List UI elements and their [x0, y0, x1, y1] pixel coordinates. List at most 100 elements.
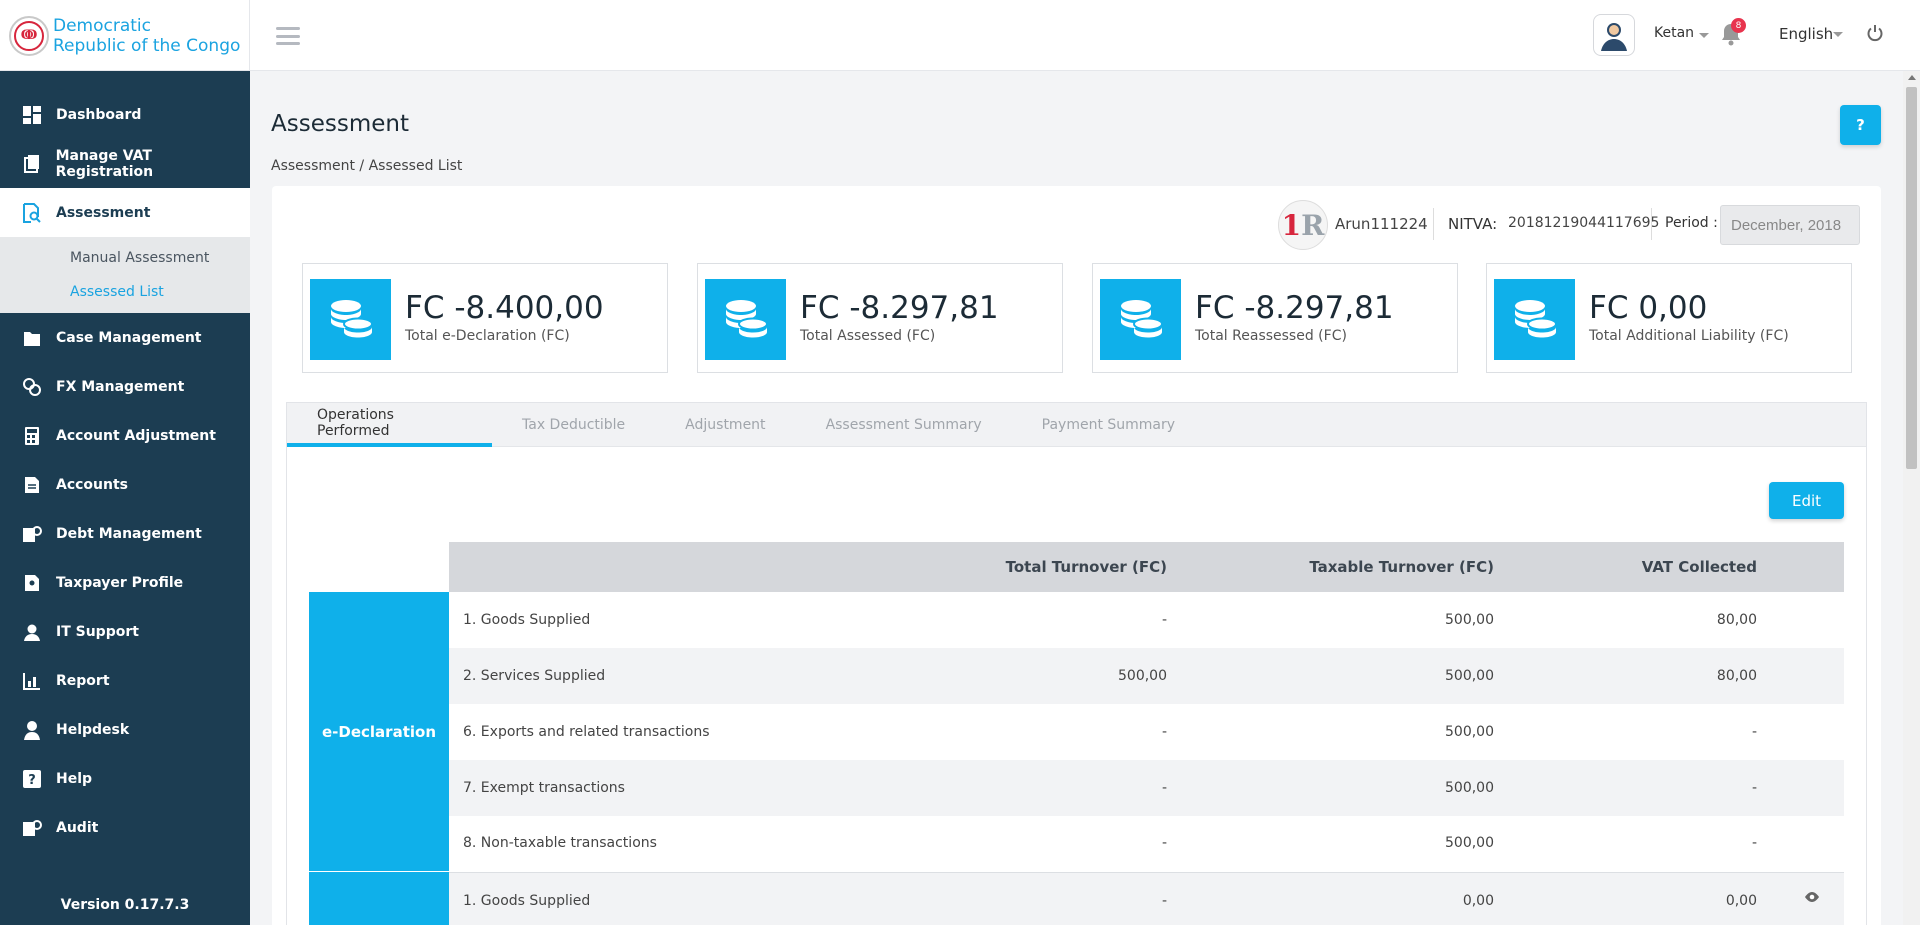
- sidebar-item-fx-management[interactable]: FX Management: [0, 362, 250, 411]
- sidebar-item-label: Case Management: [56, 329, 202, 346]
- sidebar-item-dashboard[interactable]: Dashboard: [0, 90, 250, 139]
- sidebar-item-report[interactable]: Report: [0, 656, 250, 705]
- stat-card-total-assessed: FC -8.297,81 Total Assessed (FC): [697, 263, 1063, 373]
- stat-value: FC 0,00: [1589, 290, 1708, 326]
- submenu-manual-assessment[interactable]: Manual Assessment: [0, 241, 250, 275]
- stat-label: Total Additional Liability (FC): [1589, 328, 1789, 344]
- divider: [1651, 208, 1652, 240]
- tab-tax-deductible[interactable]: Tax Deductible: [492, 403, 655, 447]
- dashboard-icon: [22, 105, 42, 125]
- chevron-down-icon[interactable]: [1699, 33, 1709, 38]
- cell-vat-collected: -: [1751, 835, 1757, 851]
- sidebar-item-label: Account Adjustment: [56, 427, 216, 444]
- nitva-value: 20181219044117695: [1508, 215, 1660, 231]
- table-row: 6. Exports and related transactions - 50…: [449, 704, 1844, 760]
- sidebar-item-audit[interactable]: Audit: [0, 803, 250, 852]
- cell-total-turnover: -: [1161, 780, 1167, 796]
- language-select[interactable]: English: [1779, 25, 1833, 43]
- notification-badge: 8: [1731, 18, 1746, 33]
- cell-total-turnover: -: [1161, 612, 1167, 628]
- congo-emblem-icon: ↂ: [9, 15, 49, 56]
- stat-card-total-e-declaration: FC -8.400,00 Total e-Declaration (FC): [302, 263, 668, 373]
- sidebar-item-label: Manage VAT Registration: [55, 147, 154, 180]
- sidebar-item-assessment[interactable]: Assessment: [0, 188, 250, 237]
- coins-icon: [1494, 279, 1575, 360]
- row-label: 1. Goods Supplied: [463, 612, 591, 628]
- stat-value: FC -8.400,00: [405, 290, 604, 326]
- help-button[interactable]: ?: [1840, 105, 1881, 145]
- eye-icon[interactable]: [1804, 891, 1820, 907]
- cell-taxable-turnover: 500,00: [1445, 668, 1494, 684]
- tab-bar: Operations Performed Tax Deductible Adju…: [287, 403, 1866, 447]
- sidebar-item-it-support[interactable]: IT Support: [0, 607, 250, 656]
- sidebar-item-label: Debt Management: [56, 525, 202, 542]
- user-name[interactable]: Ketan: [1654, 25, 1694, 41]
- brand[interactable]: ↂ Democratic Republic of the Congo: [0, 0, 250, 71]
- cell-vat-collected: -: [1751, 780, 1757, 796]
- help-icon: ?: [22, 769, 42, 789]
- avatar[interactable]: [1593, 14, 1635, 56]
- cell-total-turnover: -: [1161, 893, 1167, 909]
- edit-button[interactable]: Edit: [1769, 482, 1844, 519]
- sidebar-item-helpdesk[interactable]: Helpdesk: [0, 705, 250, 754]
- svg-text:?: ?: [28, 773, 36, 788]
- app-version: Version 0.17.7.3: [60, 897, 190, 913]
- stat-value: FC -8.297,81: [1195, 290, 1394, 326]
- power-icon[interactable]: [1866, 24, 1884, 42]
- report-icon: [22, 671, 42, 691]
- sidebar-item-help[interactable]: ? Help: [0, 754, 250, 803]
- row-label: 1. Goods Supplied: [463, 893, 591, 909]
- sidebar-item-accounts[interactable]: Accounts: [0, 460, 250, 509]
- sidebar-item-manage-vat-registration[interactable]: Manage VAT Registration: [0, 139, 250, 188]
- menu-toggle-icon[interactable]: [276, 27, 300, 45]
- sidebar-item-debt-management[interactable]: Debt Management: [0, 509, 250, 558]
- calculator-icon: [22, 426, 42, 446]
- breadcrumb: Assessment / Assessed List: [271, 158, 463, 174]
- sidebar-item-case-management[interactable]: Case Management: [0, 313, 250, 362]
- row-label: 6. Exports and related transactions: [463, 724, 710, 740]
- coins-icon: [1100, 279, 1181, 360]
- accounts-icon: [22, 475, 42, 495]
- stat-card-total-additional-liability: FC 0,00 Total Additional Liability (FC): [1486, 263, 1852, 373]
- sidebar-item-label: Help: [56, 770, 93, 787]
- cell-vat-collected: 80,00: [1716, 612, 1757, 628]
- sidebar-item-label: FX Management: [56, 378, 185, 395]
- tab-assessment-summary[interactable]: Assessment Summary: [796, 403, 1012, 447]
- coins-icon: [705, 279, 786, 360]
- nitva-label: NITVA:: [1448, 215, 1498, 233]
- sidebar-item-label: IT Support: [56, 623, 139, 640]
- submenu-assessed-list[interactable]: Assessed List: [0, 275, 250, 309]
- cell-vat-collected: -: [1751, 724, 1757, 740]
- sidebar-item-label: Assessment: [56, 204, 151, 221]
- tab-payment-summary[interactable]: Payment Summary: [1012, 403, 1205, 447]
- scrollbar[interactable]: [1903, 71, 1920, 925]
- assessment-submenu: Manual Assessment Assessed List: [0, 237, 250, 313]
- column-header-vat-collected: VAT Collected: [1641, 558, 1757, 576]
- sidebar-item-account-adjustment[interactable]: Account Adjustment: [0, 411, 250, 460]
- sidebar-item-label: Taxpayer Profile: [56, 574, 184, 591]
- group-e-declaration: e-Declaration: [309, 592, 449, 871]
- taxpayer-name: Arun111224: [1335, 215, 1428, 233]
- tab-operations-performed[interactable]: Operations Performed: [287, 403, 492, 447]
- cell-vat-collected: 80,00: [1716, 668, 1757, 684]
- stat-card-total-reassessed: FC -8.297,81 Total Reassessed (FC): [1092, 263, 1458, 373]
- scroll-up-icon[interactable]: [1908, 75, 1916, 80]
- column-header-total-turnover: Total Turnover (FC): [1005, 558, 1167, 576]
- cell-taxable-turnover: 500,00: [1445, 724, 1494, 740]
- row-label: 8. Non-taxable transactions: [463, 835, 657, 851]
- table-row: 1. Goods Supplied - 0,00 0,00: [449, 872, 1844, 925]
- cell-total-turnover: 500,00: [1118, 668, 1167, 684]
- audit-icon: [22, 818, 42, 838]
- cell-taxable-turnover: 0,00: [1462, 893, 1494, 909]
- cell-taxable-turnover: 500,00: [1445, 780, 1494, 796]
- sidebar-item-label: Audit: [56, 819, 99, 836]
- exchange-icon: [22, 377, 42, 397]
- chevron-down-icon[interactable]: [1833, 32, 1843, 37]
- page-title: Assessment: [271, 111, 409, 137]
- scrollbar-thumb[interactable]: [1906, 87, 1917, 469]
- tab-adjustment[interactable]: Adjustment: [655, 403, 795, 447]
- sidebar-item-taxpayer-profile[interactable]: Taxpayer Profile: [0, 558, 250, 607]
- stat-label: Total e-Declaration (FC): [405, 328, 570, 344]
- sidebar-item-label: Helpdesk: [56, 721, 130, 738]
- period-field[interactable]: [1720, 205, 1860, 245]
